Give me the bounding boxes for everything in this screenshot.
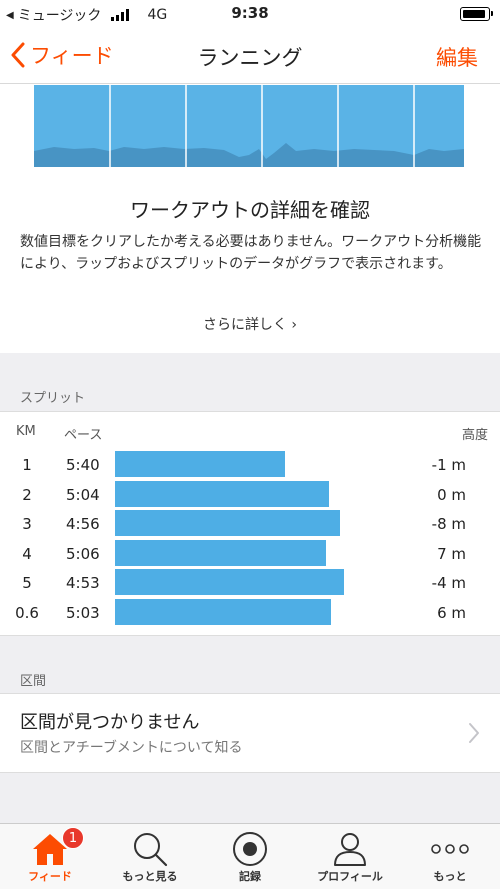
tab-more[interactable]: もっと (400, 824, 500, 889)
split-row: 2 5:04 0 m (0, 480, 500, 509)
preview-title: ワークアウトの詳細を確認 (130, 198, 370, 222)
splits-table: KM ペース 高度 1 5:40 -1 m 2 5:04 0 m 3 4:56 -8 m 4 5:0… (0, 411, 500, 636)
split-elevation: -1 m (431, 456, 466, 474)
split-km: 2 (22, 485, 32, 504)
tab-record-label: 記録 (239, 870, 261, 883)
record-icon (233, 832, 267, 866)
split-elevation: -8 m (431, 515, 466, 533)
search-icon (134, 833, 168, 867)
split-pace: 5:40 (66, 456, 100, 474)
split-row: 1 5:40 -1 m (0, 450, 500, 479)
split-pace: 5:06 (66, 544, 100, 563)
split-row: 0.6 5:03 6 m (0, 598, 500, 627)
tab-bar: 1 フィード もっと見る 記録 プロフィール もっと (0, 823, 500, 889)
split-elevation: 6 m (437, 603, 466, 622)
profile-icon (334, 833, 366, 866)
status-bar: ◀ ミュージック 4G 9:38 (0, 0, 500, 30)
split-pace-bar (115, 451, 285, 477)
page-title: ランニング (197, 46, 303, 70)
battery-icon (460, 7, 493, 21)
segments-row[interactable]: 区間が見つかりません 区間とアチーブメントについて知る (0, 693, 500, 773)
split-km: 0.6 (15, 603, 39, 622)
split-row: 4 5:06 7 m (0, 539, 500, 568)
notification-badge: 1 (62, 827, 84, 849)
pace-header: ペース (64, 428, 103, 443)
split-pace: 4:53 (66, 574, 100, 592)
section-gap: スプリット (0, 353, 500, 411)
split-row: 5 4:53 -4 m (0, 568, 500, 597)
tab-more-label: もっと (433, 870, 467, 883)
split-pace: 4:56 (66, 515, 100, 533)
preview-chart (34, 85, 464, 167)
split-km: 1 (22, 456, 32, 474)
section-gap: 区間 (0, 636, 500, 693)
more-icon (431, 844, 469, 854)
tab-record[interactable]: 記録 (200, 824, 300, 889)
split-pace-bar (115, 598, 331, 625)
tab-feed-label: フィード (28, 870, 72, 883)
split-pace-bar (115, 480, 329, 507)
segments-section-label: 区間 (20, 674, 47, 689)
bottom-gap (0, 773, 500, 823)
chevron-right-icon (469, 723, 479, 743)
splits-section-label: スプリット (20, 391, 86, 406)
preview-description: 数値目標をクリアしたか考える必要はありません。ワークアウト分析機能により、ラップ… (20, 234, 482, 272)
split-pace-bar (115, 539, 326, 566)
split-row: 3 4:56 -8 m (0, 509, 500, 538)
workout-analysis-preview: ワークアウトの詳細を確認 数値目標をクリアしたか考える必要はありません。ワークア… (0, 85, 500, 353)
learn-more-link[interactable]: さらに詳しく › (0, 314, 500, 334)
split-km: 3 (22, 515, 32, 533)
edit-button[interactable]: 編集 (436, 42, 478, 72)
split-pace-bar (115, 510, 340, 536)
status-time: 9:38 (231, 4, 269, 22)
split-pace-bar (115, 569, 344, 595)
split-pace: 5:03 (66, 603, 100, 622)
segments-empty-title: 区間が見つかりません (20, 712, 200, 733)
tab-profile-label: プロフィール (317, 870, 383, 883)
split-elevation: -4 m (431, 574, 466, 592)
elevation-header: 高度 (461, 428, 488, 443)
tab-feed[interactable]: 1 フィード (0, 824, 100, 889)
segments-learn-link: 区間とアチーブメントについて知る (20, 740, 243, 756)
tab-explore[interactable]: もっと見る (100, 824, 200, 889)
km-header: KM (16, 424, 36, 439)
tab-profile[interactable]: プロフィール (300, 824, 400, 889)
split-km: 4 (22, 544, 32, 563)
tab-explore-label: もっと見る (122, 870, 178, 883)
split-elevation: 7 m (437, 544, 466, 563)
split-km: 5 (22, 574, 32, 592)
split-elevation: 0 m (437, 485, 466, 504)
split-pace: 5:04 (66, 485, 100, 504)
navigation-bar: フィード ランニング 編集 (0, 30, 500, 84)
